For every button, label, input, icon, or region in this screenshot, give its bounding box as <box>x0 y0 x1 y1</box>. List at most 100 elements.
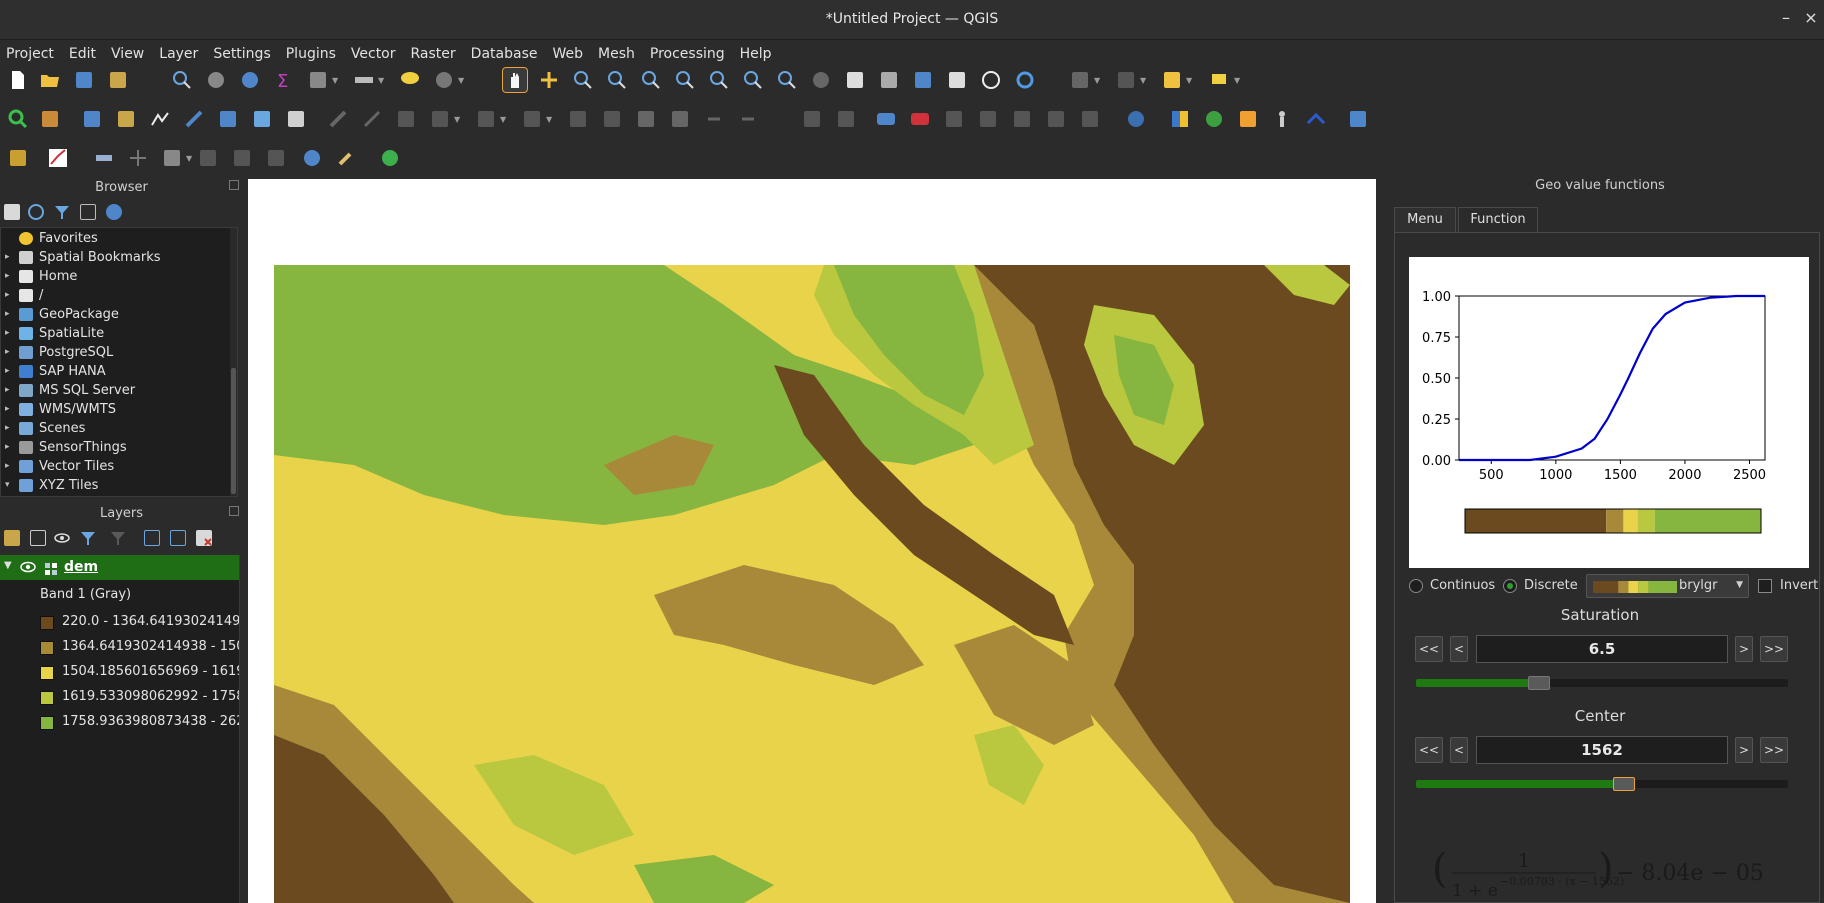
new-project-icon[interactable] <box>6 68 30 92</box>
annotation-icon[interactable] <box>1208 68 1232 92</box>
delete-selected-icon[interactable] <box>566 107 590 131</box>
save-project-icon[interactable] <box>72 68 96 92</box>
menu-edit[interactable]: Edit <box>69 46 96 62</box>
share-icon[interactable] <box>378 146 402 170</box>
select-features-icon[interactable] <box>1068 68 1092 92</box>
expand-all-icon[interactable] <box>144 530 160 546</box>
add-feature-icon[interactable] <box>428 107 452 131</box>
plugin-person-icon[interactable] <box>1270 107 1294 131</box>
new-scratch-layer-icon[interactable] <box>284 107 308 131</box>
minimize-button[interactable]: – <box>1775 8 1797 27</box>
continuous-radio[interactable] <box>1409 579 1423 593</box>
filter-legend-icon[interactable] <box>80 530 96 546</box>
zoom-native-icon[interactable] <box>741 68 765 92</box>
add-group-icon[interactable] <box>30 530 46 546</box>
filter-icon[interactable] <box>54 204 70 220</box>
locator-search-icon[interactable] <box>6 107 30 131</box>
legend-class-item[interactable]: 220.0 - 1364.6419302414938 <box>40 613 239 633</box>
browser-item-ms-sql-server[interactable]: ▸ MS SQL Server <box>1 381 237 400</box>
browser-item-scenes[interactable]: ▸ Scenes <box>1 419 237 438</box>
legend-class-item[interactable]: 1758.9363980873438 - 2620 <box>40 713 239 733</box>
zoom-full-icon[interactable] <box>639 68 663 92</box>
saturation-back-button[interactable]: < <box>1450 636 1468 662</box>
new-3d-view-icon[interactable] <box>877 68 901 92</box>
center-slider[interactable] <box>1416 777 1788 791</box>
toggle-editing-icon[interactable] <box>326 107 350 131</box>
paste-features-icon[interactable] <box>668 107 692 131</box>
center-value[interactable]: 1562 <box>1476 736 1728 764</box>
select-by-expression-icon[interactable] <box>1160 68 1184 92</box>
browser-item-favorites[interactable]: Favorites <box>1 229 237 248</box>
zoom-next-icon[interactable] <box>809 68 833 92</box>
expand-arrow-icon[interactable]: ▸ <box>5 400 10 419</box>
expand-arrow-icon[interactable]: ▸ <box>5 248 10 267</box>
pin-labels-icon[interactable] <box>834 107 858 131</box>
new-map-view-icon[interactable] <box>843 68 867 92</box>
expand-arrow-icon[interactable]: ▾ <box>5 476 10 495</box>
expand-arrow-icon[interactable]: ▸ <box>5 362 10 381</box>
expand-arrow-icon[interactable]: ▸ <box>5 419 10 438</box>
chevron-down-icon[interactable]: ▼ <box>454 115 460 124</box>
chevron-down-icon[interactable]: ▼ <box>1186 76 1192 85</box>
highlight-pinned-icon[interactable] <box>908 107 932 131</box>
chevron-down-icon[interactable]: ▼ <box>546 115 552 124</box>
tab-menu[interactable]: Menu <box>1394 207 1456 233</box>
rotate-label-icon[interactable] <box>976 107 1000 131</box>
center-forward-button[interactable]: > <box>1735 737 1753 763</box>
attribute-table-icon[interactable] <box>306 68 330 92</box>
expand-arrow-icon[interactable]: ▸ <box>5 324 10 343</box>
zoom-last-icon[interactable] <box>775 68 799 92</box>
legend-class-item[interactable]: 1619.533098062992 - 1758.9363980873438 <box>40 688 239 708</box>
geo-value-functions-icon[interactable] <box>1202 107 1226 131</box>
temporal-controller-icon[interactable] <box>979 68 1003 92</box>
modify-attributes-icon[interactable] <box>520 107 544 131</box>
browser-item-sap-hana[interactable]: ▸ SAP HANA <box>1 362 237 381</box>
redo-icon[interactable] <box>736 107 760 131</box>
plugin-graph-icon[interactable] <box>46 146 70 170</box>
plugin-ruler-icon[interactable] <box>92 146 116 170</box>
remove-layer-icon[interactable] <box>196 530 212 546</box>
change-label-icon[interactable] <box>1010 107 1034 131</box>
zoom-to-layer-icon[interactable] <box>707 68 731 92</box>
center-fast-forward-button[interactable]: >> <box>1760 737 1788 763</box>
close-button[interactable]: × <box>1800 8 1822 27</box>
show-hide-labels-icon[interactable] <box>1044 107 1068 131</box>
open-project-icon[interactable] <box>38 68 62 92</box>
add-point-icon[interactable] <box>126 146 150 170</box>
menu-raster[interactable]: Raster <box>411 46 456 62</box>
browser-item-postgresql[interactable]: ▸ PostgreSQL <box>1 343 237 362</box>
menu-vector[interactable]: Vector <box>351 46 396 62</box>
chevron-down-icon[interactable]: ▼ <box>458 76 464 85</box>
gdal-tools-icon[interactable] <box>38 107 62 131</box>
digitize-icon[interactable] <box>182 107 206 131</box>
menu-settings[interactable]: Settings <box>213 46 270 62</box>
visibility-icon[interactable] <box>54 530 70 546</box>
saturation-forward-button[interactable]: > <box>1735 636 1753 662</box>
plugin-split-icon[interactable] <box>264 146 288 170</box>
expand-arrow-icon[interactable]: ▸ <box>5 457 10 476</box>
browser-item-spatial-bookmarks[interactable]: ▸ Spatial Bookmarks <box>1 248 237 267</box>
chevron-down-icon[interactable]: ▼ <box>186 154 192 163</box>
dem-raster-map[interactable] <box>274 265 1350 903</box>
add-raster-layer-icon[interactable] <box>114 107 138 131</box>
browser-item-vector-tiles[interactable]: ▸ Vector Tiles <box>1 457 237 476</box>
show-bookmarks-icon[interactable] <box>945 68 969 92</box>
save-as-icon[interactable] <box>106 68 130 92</box>
eye-icon[interactable] <box>20 560 36 578</box>
new-bookmark-icon[interactable] <box>911 68 935 92</box>
new-shapefile-icon[interactable] <box>216 107 240 131</box>
dock-close-icon[interactable] <box>229 180 239 190</box>
browser-item-sensorthings[interactable]: ▸ SensorThings <box>1 438 237 457</box>
tab-function[interactable]: Function <box>1458 207 1538 233</box>
expand-arrow-icon[interactable]: ▸ <box>5 438 10 457</box>
menu-database[interactable]: Database <box>471 46 538 62</box>
plugin-database-icon[interactable] <box>6 146 30 170</box>
save-edits-icon[interactable] <box>394 107 418 131</box>
move-label-icon[interactable] <box>942 107 966 131</box>
menu-project[interactable]: Project <box>6 46 54 62</box>
saturation-fast-back-button[interactable]: << <box>1415 636 1443 662</box>
pan-to-selection-icon[interactable] <box>537 68 561 92</box>
style-manager-icon[interactable] <box>4 530 20 546</box>
cut-features-icon[interactable] <box>600 107 624 131</box>
identify-icon[interactable] <box>170 68 194 92</box>
